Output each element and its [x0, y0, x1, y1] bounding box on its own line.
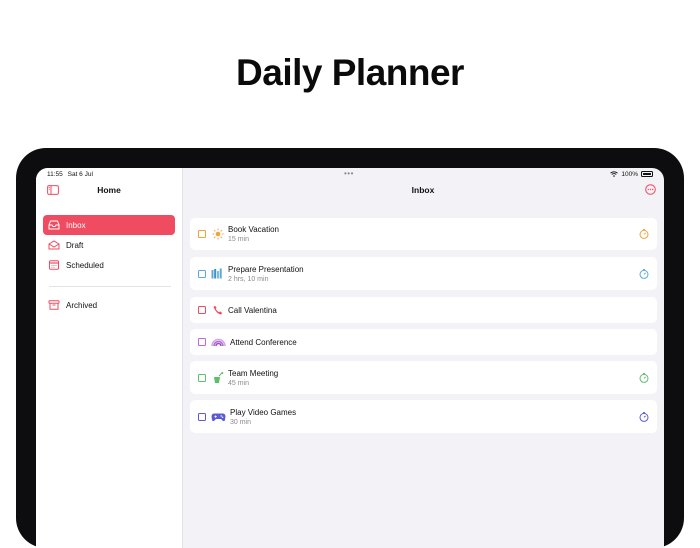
timer-icon[interactable]: [639, 372, 649, 383]
task-checkbox[interactable]: [198, 338, 206, 346]
sidebar-title: Home: [97, 185, 121, 195]
status-date: Sat 6 Jul: [67, 170, 93, 178]
task-row-team-meeting[interactable]: Team Meeting 45 min: [190, 361, 657, 394]
rainbow-icon: [211, 337, 226, 348]
task-duration: 30 min: [230, 418, 252, 426]
task-checkbox[interactable]: [198, 269, 206, 278]
books-icon: [211, 268, 224, 279]
task-row-attend-conference[interactable]: Attend Conference: [190, 329, 657, 355]
task-title: Team Meeting: [228, 368, 279, 378]
page-title: Inbox: [411, 185, 435, 195]
sidebar-item-label: Draft: [66, 240, 84, 250]
sidebar: Home Inbox Draft Scheduled Archived: [36, 168, 183, 548]
gamepad-icon: [211, 411, 226, 422]
task-duration: 15 min: [228, 236, 250, 243]
sidebar-divider: [49, 286, 171, 287]
timer-icon[interactable]: [639, 268, 649, 279]
task-checkbox[interactable]: [198, 230, 206, 238]
battery-percent: 100%: [621, 170, 638, 178]
task-title: Call Valentina: [228, 305, 277, 315]
sidebar-item-label: Archived: [66, 300, 98, 310]
app-screen: 11:55 Sat 6 Jul 100% ••• Home Inbox Draf…: [36, 168, 664, 548]
more-options-icon[interactable]: [645, 184, 656, 195]
task-row-play-video-games[interactable]: Play Video Games 30 min: [190, 400, 657, 433]
task-checkbox[interactable]: [198, 306, 206, 314]
task-row-prepare-presentation[interactable]: Prepare Presentation 2 hrs, 10 min: [190, 257, 657, 290]
podium-icon: [211, 371, 224, 383]
sidebar-item-draft[interactable]: Draft: [43, 235, 175, 255]
sidebar-item-label: Inbox: [66, 220, 86, 230]
wifi-icon: [610, 171, 619, 177]
battery-icon: [641, 171, 653, 177]
task-duration: 2 hrs, 10 min: [228, 275, 269, 283]
draft-icon: [48, 240, 60, 250]
timer-icon[interactable]: [639, 229, 649, 239]
ipad-frame: 11:55 Sat 6 Jul 100% ••• Home Inbox Draf…: [16, 148, 684, 548]
task-row-book-vacation[interactable]: Book Vacation 15 min: [190, 218, 657, 250]
status-bar: 11:55 Sat 6 Jul 100%: [36, 168, 664, 180]
phone-icon: [211, 305, 224, 316]
sidebar-item-label: Scheduled: [66, 260, 104, 270]
task-checkbox[interactable]: [198, 412, 206, 421]
task-title: Prepare Presentation: [228, 264, 304, 274]
sidebar-item-archived[interactable]: Archived: [43, 295, 175, 315]
task-checkbox[interactable]: [198, 373, 206, 382]
inbox-icon: [48, 220, 60, 230]
sun-icon: [211, 228, 224, 240]
task-title: Attend Conference: [230, 337, 297, 347]
task-title: Book Vacation: [228, 225, 279, 234]
archive-icon: [48, 300, 60, 310]
status-time: 11:55: [47, 170, 63, 178]
hero-title: Daily Planner: [236, 52, 464, 93]
sidebar-item-inbox[interactable]: Inbox: [43, 215, 175, 235]
calendar-icon: [48, 260, 60, 270]
task-duration: 45 min: [228, 379, 250, 387]
timer-icon[interactable]: [639, 411, 649, 422]
task-title: Play Video Games: [230, 407, 297, 417]
task-row-call-valentina[interactable]: Call Valentina: [190, 297, 657, 323]
sidebar-item-scheduled[interactable]: Scheduled: [43, 255, 175, 275]
